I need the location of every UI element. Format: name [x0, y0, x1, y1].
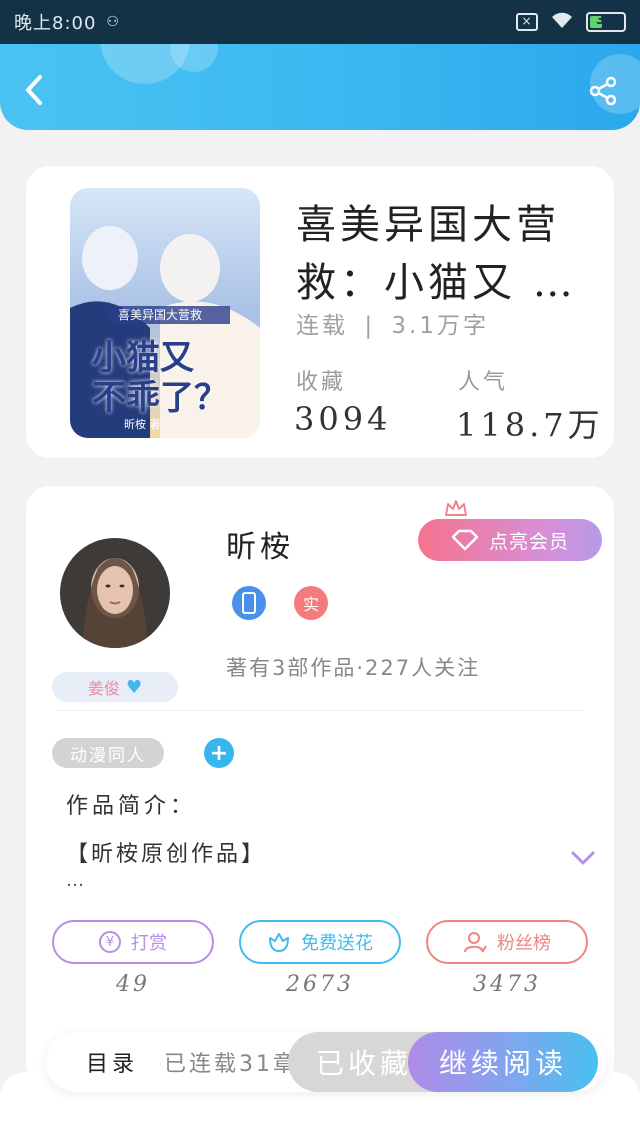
tag-chip[interactable]: 动漫同人: [52, 738, 164, 768]
badge-text: 姜俊: [87, 679, 120, 698]
status-time: 晚上8:00: [14, 13, 97, 34]
book-title-line-1: 喜美异国大营: [296, 202, 560, 248]
book-meta: 连载 | 3.1万字: [296, 306, 489, 340]
phone-verified-icon: [232, 586, 266, 620]
reward-count: 49: [116, 972, 150, 997]
popularity-label: 人气: [458, 370, 509, 395]
author-fan-badge: 姜俊 ♥: [52, 672, 178, 702]
status-left: 晚上8:00 ⚇: [14, 9, 120, 35]
cover-author-text: 昕桉 著: [124, 418, 161, 431]
book-status: 连载: [296, 313, 348, 339]
expand-intro-button[interactable]: [570, 848, 596, 868]
user-icon: [464, 932, 487, 953]
collect-value: 3094: [294, 400, 392, 438]
status-right: × 37: [516, 11, 626, 34]
bottom-action-bar: 目录 已连载31章 已收藏 继续阅读: [46, 1032, 606, 1092]
fan-rank-label: 粉丝榜: [497, 933, 551, 954]
reward-label: 打赏: [131, 933, 167, 954]
book-word-count: 3.1万字: [391, 313, 489, 339]
toc-button[interactable]: 目录: [86, 1046, 138, 1078]
author-stats: 著有3部作品·227人关注: [226, 656, 481, 680]
meta-divider: |: [364, 313, 376, 339]
book-info-card: 喜美异国大营救 小猫又 不乖了？ 昕桉 著 喜美异国大营 救：小猫又 … 连载 …: [26, 166, 614, 458]
status-bar: 晚上8:00 ⚇ × 37: [0, 0, 640, 44]
popularity-value: 118.7万: [456, 406, 604, 444]
back-button[interactable]: [18, 74, 50, 106]
flower-count: 2673: [286, 972, 354, 997]
author-card: 姜俊 ♥ 昕桉 点亮会员 实 著有3部作品·227人关注 动漫同人 + 作品简介…: [26, 486, 614, 1086]
reward-button[interactable]: ¥ 打赏: [52, 920, 214, 964]
notification-icon: ⚇: [106, 14, 120, 30]
send-flower-label: 免费送花: [301, 933, 373, 954]
book-title-line-2: 救：小猫又 …: [296, 260, 577, 306]
header-bar: [0, 44, 640, 130]
yen-icon: ¥: [99, 931, 121, 953]
continue-reading-button[interactable]: 继续阅读: [408, 1032, 598, 1092]
collected-label: 已收藏: [316, 1047, 413, 1080]
battery-level: 37: [595, 13, 617, 28]
wifi-icon: [550, 11, 574, 34]
intro-label: 作品简介：: [66, 794, 197, 819]
flower-icon: [269, 933, 289, 952]
sim-off-icon: ×: [516, 13, 538, 31]
fan-rank-count: 3473: [473, 972, 541, 997]
share-button[interactable]: [586, 74, 620, 108]
cover-title-line-2: 不乖了？: [92, 378, 228, 418]
vip-button[interactable]: 点亮会员: [418, 519, 602, 561]
intro-text: 【昕桉原创作品】: [66, 842, 267, 867]
vip-button-label: 点亮会员: [488, 530, 569, 553]
toc-status[interactable]: 已连载31章: [164, 1046, 304, 1078]
book-title: 喜美异国大营 救：小猫又 …: [296, 196, 596, 312]
collect-label: 收藏: [296, 370, 347, 395]
divider: [56, 710, 584, 711]
chevron-down-icon: [571, 851, 595, 865]
diamond-icon: [451, 529, 479, 551]
avatar[interactable]: [60, 538, 170, 648]
cover-series-text: 喜美异国大营救: [118, 308, 203, 322]
intro-ellipsis: …: [66, 870, 84, 891]
heart-icon: ♥: [125, 676, 143, 698]
fan-rank-button[interactable]: 粉丝榜: [426, 920, 588, 964]
chevron-left-icon: [26, 75, 42, 105]
real-name-badge: 实: [294, 586, 328, 620]
crown-icon: [445, 500, 467, 516]
share-icon: [589, 76, 617, 106]
send-flower-button[interactable]: 免费送花: [239, 920, 401, 964]
battery-icon: 37: [586, 12, 626, 32]
book-cover[interactable]: 喜美异国大营救 小猫又 不乖了？ 昕桉 著: [70, 188, 260, 438]
continue-reading-label: 继续阅读: [438, 1047, 567, 1080]
author-name[interactable]: 昕桉: [226, 522, 294, 566]
add-tag-button[interactable]: +: [204, 738, 234, 768]
